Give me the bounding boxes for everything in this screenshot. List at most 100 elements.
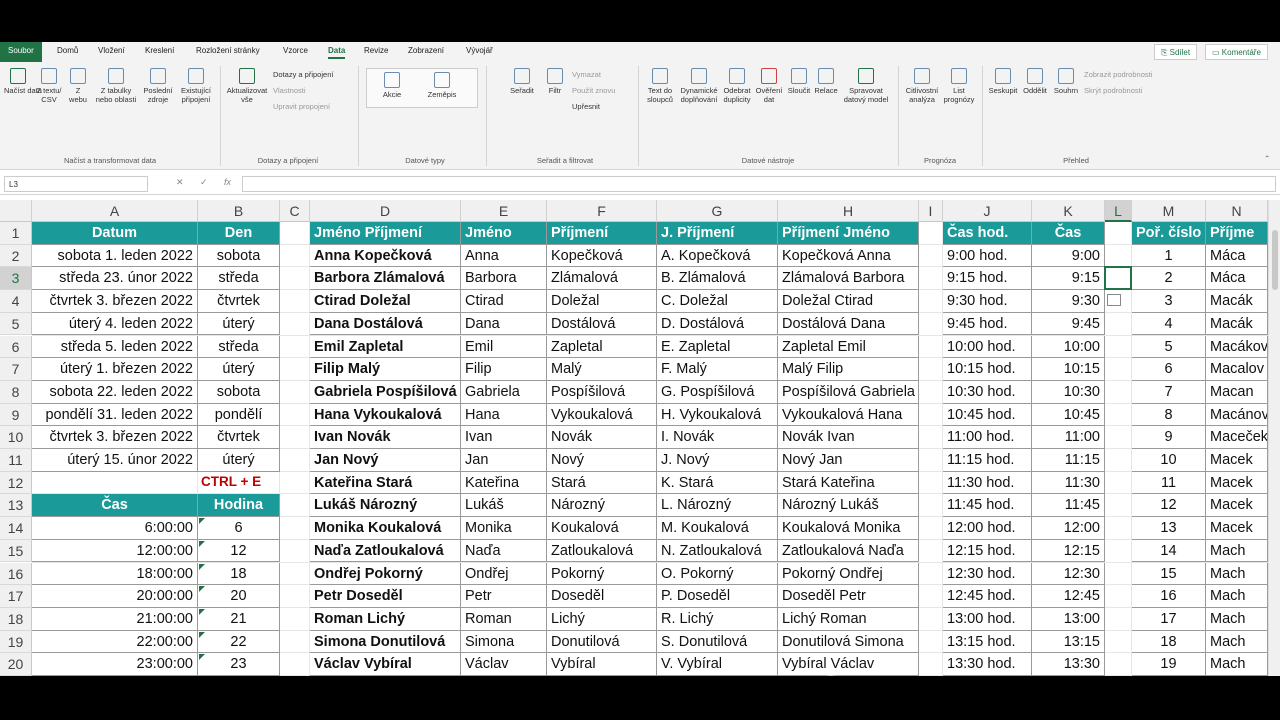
table1-date-cell[interactable]: středa 5. leden 2022 xyxy=(32,335,198,359)
advanced-filter-button[interactable]: Upřesnit xyxy=(572,102,600,111)
table3-cell[interactable]: Lichý Roman xyxy=(778,607,919,631)
table4-text-cell[interactable]: 9:45 hod. xyxy=(943,312,1032,336)
table3-cell[interactable]: Ctirad Doležal xyxy=(310,290,461,313)
table3-cell[interactable]: Vykoukalová xyxy=(547,403,657,427)
sort-button[interactable]: Seřadit xyxy=(506,68,538,95)
table3-cell[interactable]: Vybíral xyxy=(547,653,657,676)
table3-cell[interactable]: Ondřej xyxy=(461,562,547,586)
table3-cell[interactable]: Pospíšilová Gabriela xyxy=(778,380,919,404)
table4-text-cell[interactable]: 10:45 hod. xyxy=(943,403,1032,427)
column-header-n[interactable]: N xyxy=(1206,200,1268,222)
row-header-14[interactable]: 14 xyxy=(0,517,32,540)
geography-button[interactable]: Zeměpis xyxy=(424,72,460,99)
table3-cell[interactable]: N. Zatloukalová xyxy=(657,539,778,563)
table2-hour-cell[interactable]: 20 xyxy=(198,585,280,608)
table3-cell[interactable]: Malý xyxy=(547,358,657,381)
table5-surname-cell[interactable]: Macák xyxy=(1206,290,1268,313)
table3-cell[interactable]: E. Zapletal xyxy=(657,335,778,359)
table4-text-cell[interactable]: 9:30 hod. xyxy=(943,290,1032,313)
row-header-2[interactable]: 2 xyxy=(0,244,32,268)
table3-cell[interactable]: Zatloukalová xyxy=(547,539,657,563)
row-header-6[interactable]: 6 xyxy=(0,335,32,359)
column-header-f[interactable]: F xyxy=(547,200,657,222)
table3-cell[interactable]: Ivan Novák xyxy=(310,426,461,449)
from-text-button[interactable]: Z textu/ CSV xyxy=(34,68,64,104)
table4-text-cell[interactable]: 12:45 hod. xyxy=(943,585,1032,608)
table3-header[interactable]: Jméno Příjmení xyxy=(310,222,461,245)
table1-day-cell[interactable]: pondělí xyxy=(198,403,280,427)
table3-cell[interactable]: Doležal Ctirad xyxy=(778,290,919,313)
column-header-m[interactable]: M xyxy=(1132,200,1206,222)
table5-surname-cell[interactable]: Macan xyxy=(1206,380,1268,404)
row-header-16[interactable]: 16 xyxy=(0,562,32,586)
table1-day-cell[interactable]: sobota xyxy=(198,380,280,404)
row-header-7[interactable]: 7 xyxy=(0,358,32,381)
table5-number-cell[interactable]: 4 xyxy=(1132,312,1206,336)
row-header-10[interactable]: 10 xyxy=(0,426,32,449)
table3-cell[interactable]: P. Doseděl xyxy=(657,585,778,608)
row-header-19[interactable]: 19 xyxy=(0,630,32,654)
table2-hour-cell[interactable]: 22 xyxy=(198,630,280,654)
tab-home[interactable]: Domů xyxy=(57,46,78,55)
row-header-11[interactable]: 11 xyxy=(0,449,32,472)
table1-date-cell[interactable]: čtvrtek 3. březen 2022 xyxy=(32,426,198,449)
table3-cell[interactable]: Naďa Zatloukalová xyxy=(310,539,461,563)
table4-time-cell[interactable]: 11:00 xyxy=(1032,426,1105,449)
table3-cell[interactable]: Pospíšilová xyxy=(547,380,657,404)
table3-cell[interactable]: Anna xyxy=(461,244,547,268)
table3-header[interactable]: J. Příjmení xyxy=(657,222,778,245)
table1-date-cell[interactable]: sobota 22. leden 2022 xyxy=(32,380,198,404)
table5-surname-cell[interactable]: Mach xyxy=(1206,585,1268,608)
table1-day-cell[interactable]: úterý xyxy=(198,312,280,336)
subtotal-button[interactable]: Souhrn xyxy=(1052,68,1080,95)
table3-cell[interactable]: Ivan xyxy=(461,426,547,449)
table3-cell[interactable]: Lukáš Nározný xyxy=(310,494,461,518)
table3-cell[interactable]: R. Lichý xyxy=(657,607,778,631)
tab-page-layout[interactable]: Rozložení stránky xyxy=(196,46,260,55)
table3-cell[interactable]: Ctirad xyxy=(461,290,547,313)
relationships-button[interactable]: Relace xyxy=(813,68,839,95)
table3-cell[interactable]: Pokorný xyxy=(547,562,657,586)
table5-number-cell[interactable]: 18 xyxy=(1132,630,1206,654)
table3-cell[interactable]: Zapletal Emil xyxy=(778,335,919,359)
table5-number-cell[interactable]: 13 xyxy=(1132,517,1206,540)
table4-time-cell[interactable]: 12:00 xyxy=(1032,517,1105,540)
queries-connections-button[interactable]: Dotazy a připojení xyxy=(273,70,333,79)
table3-cell[interactable]: Kateřina xyxy=(461,471,547,495)
table4-time-cell[interactable]: 12:30 xyxy=(1032,562,1105,586)
table3-cell[interactable]: Nový Jan xyxy=(778,449,919,472)
row-header-15[interactable]: 15 xyxy=(0,539,32,563)
table5-surname-cell[interactable]: Maceček xyxy=(1206,426,1268,449)
table4-time-cell[interactable]: 10:30 xyxy=(1032,380,1105,404)
column-header-d[interactable]: D xyxy=(310,200,461,222)
table4-text-cell[interactable]: 12:15 hod. xyxy=(943,539,1032,563)
table3-cell[interactable]: D. Dostálová xyxy=(657,312,778,336)
stocks-button[interactable]: Akcie xyxy=(374,72,410,99)
table3-cell[interactable]: I. Novák xyxy=(657,426,778,449)
table4-time-cell[interactable]: 9:30 xyxy=(1032,290,1105,313)
column-header-b[interactable]: B xyxy=(198,200,280,222)
table5-surname-cell[interactable]: Máca xyxy=(1206,267,1268,291)
table4-header[interactable]: Čas xyxy=(1032,222,1105,245)
table5-surname-cell[interactable]: Macek xyxy=(1206,494,1268,518)
table3-cell[interactable]: F. Malý xyxy=(657,358,778,381)
table5-number-cell[interactable]: 12 xyxy=(1132,494,1206,518)
table4-time-cell[interactable]: 9:00 xyxy=(1032,244,1105,268)
column-header-e[interactable]: E xyxy=(461,200,547,222)
table4-time-cell[interactable]: 10:45 xyxy=(1032,403,1105,427)
table3-cell[interactable]: Novák Ivan xyxy=(778,426,919,449)
tab-formulas[interactable]: Vzorce xyxy=(283,46,308,55)
table4-header[interactable]: Čas hod. xyxy=(943,222,1032,245)
consolidate-button[interactable]: Sloučit xyxy=(786,68,812,95)
table5-surname-cell[interactable]: Macák xyxy=(1206,312,1268,336)
table5-number-cell[interactable]: 5 xyxy=(1132,335,1206,359)
table4-text-cell[interactable]: 13:15 hod. xyxy=(943,630,1032,654)
table3-cell[interactable]: Dana xyxy=(461,312,547,336)
table1-date-cell[interactable]: úterý 1. březen 2022 xyxy=(32,358,198,381)
table4-time-cell[interactable]: 12:45 xyxy=(1032,585,1105,608)
table4-time-cell[interactable]: 11:15 xyxy=(1032,449,1105,472)
table3-cell[interactable]: Václav Vybíral xyxy=(310,653,461,676)
table3-cell[interactable]: Pokorný Ondřej xyxy=(778,562,919,586)
table3-cell[interactable]: G. Pospíšilová xyxy=(657,380,778,404)
table3-cell[interactable]: Doležal xyxy=(547,290,657,313)
